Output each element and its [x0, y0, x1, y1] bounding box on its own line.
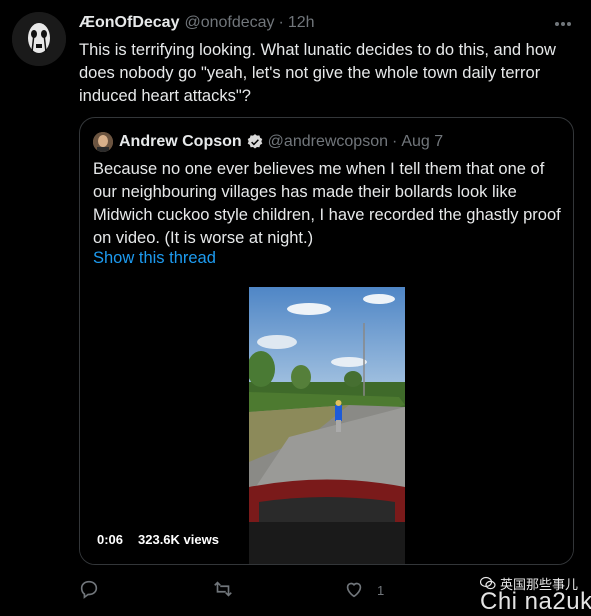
quote-text: Because no one ever believes me when I t… [93, 160, 561, 247]
tweet-time[interactable]: 12h [288, 14, 315, 32]
like-icon [343, 578, 365, 603]
quote-author-display-name: Andrew Copson [119, 133, 242, 150]
retweet-button[interactable] [212, 578, 234, 603]
show-thread-link[interactable]: Show this thread [93, 249, 216, 268]
retweet-icon [212, 578, 234, 603]
quote-date: Aug 7 [401, 133, 444, 150]
quoted-tweet[interactable]: Andrew Copson @andrewcopson · Aug 7 Beca… [79, 117, 574, 565]
quote-author-avatar [93, 132, 113, 152]
video-frame [249, 287, 405, 564]
tweet-header: ÆonOfDecay @onofdecay · 12h [79, 12, 315, 34]
video-player[interactable]: 0:06 323.6K views [80, 287, 573, 564]
author-handle[interactable]: @onofdecay [184, 14, 274, 32]
header-separator: · [278, 14, 284, 31]
tweet-text: This is terrifying looking. What lunatic… [79, 41, 556, 105]
reply-icon [78, 578, 100, 603]
verified-icon [246, 133, 264, 151]
quote-header: Andrew Copson @andrewcopson · Aug 7 [93, 130, 443, 154]
author-display-name[interactable]: ÆonOfDecay [79, 14, 179, 32]
like-button[interactable]: 1 [343, 578, 384, 603]
reply-button[interactable] [78, 578, 100, 603]
more-icon[interactable] [552, 14, 574, 34]
like-count: 1 [377, 583, 385, 598]
quote-author-handle: @andrewcopson [267, 133, 388, 150]
quote-separator: · [391, 133, 398, 150]
author-avatar[interactable] [12, 12, 66, 66]
video-views: 323.6K views [138, 532, 219, 547]
video-duration: 0:06 [97, 532, 124, 547]
